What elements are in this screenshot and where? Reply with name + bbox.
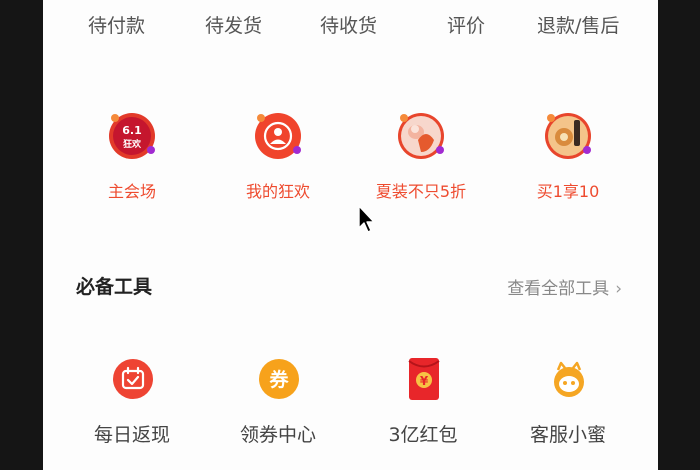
svg-text:狂欢: 狂欢 [123,138,142,150]
tool-label: 客服小蜜 [529,424,606,446]
chevron-right-icon: › [615,279,622,299]
tool-label: 领券中心 [239,424,316,446]
tools-section-title: 必备工具 [76,276,153,298]
coupon-icon: 券 [259,359,299,399]
promo-label: 主会场 [107,182,156,201]
promo-main-venue[interactable]: 6.1 狂欢 主会场 [72,110,192,205]
tool-coupon-center[interactable]: 券 领券中心 [218,358,338,453]
svg-text:券: 券 [268,368,289,391]
promo-label: 夏装不只5折 [375,182,467,201]
summer-clothes-thumbnail-icon [398,113,444,159]
calendar-icon [113,359,153,399]
product-promo-thumbnail-icon [545,113,591,159]
promo-summer-clothes[interactable]: 夏装不只5折 [361,110,481,205]
view-all-tools-link[interactable]: 查看全部工具 › [507,274,622,299]
mouse-cursor-icon [358,205,375,233]
promo-buy-one-get-ten[interactable]: 买1享10 [508,110,628,205]
order-status-row: 待付款 待发货 待收货 评价 退款/售后 [43,0,658,50]
assistant-bot-icon [554,361,584,397]
order-tab-pending-payment[interactable]: 待付款 [88,11,145,37]
promo-my-carnival[interactable]: 我的狂欢 [218,110,338,205]
order-tab-refund[interactable]: 退款/售后 [537,11,619,37]
order-tab-review[interactable]: 评价 [447,11,485,37]
tool-label: 每日返现 [93,424,170,446]
tool-customer-service[interactable]: 客服小蜜 [508,358,628,453]
view-all-tools-label: 查看全部工具 [507,279,610,299]
red-envelope-icon: ¥ [408,358,440,400]
svg-text:¥: ¥ [420,374,429,388]
festival-6-1-badge-icon: 6.1 狂欢 [109,113,155,159]
order-tab-pending-shipment[interactable]: 待发货 [205,11,262,37]
tool-red-envelope[interactable]: ¥ 3亿红包 [363,358,483,453]
tool-daily-cashback[interactable]: 每日返现 [72,358,192,453]
svg-text:6.1: 6.1 [122,124,142,137]
promo-label: 我的狂欢 [245,182,310,201]
promo-label: 买1享10 [536,182,600,201]
tool-label: 3亿红包 [388,424,458,446]
phone-screen: 待付款 待发货 待收货 评价 退款/售后 6.1 狂欢 主会场 我的狂欢 夏装不… [43,0,658,470]
user-profile-icon [255,113,301,159]
order-tab-pending-receipt[interactable]: 待收货 [320,11,377,37]
